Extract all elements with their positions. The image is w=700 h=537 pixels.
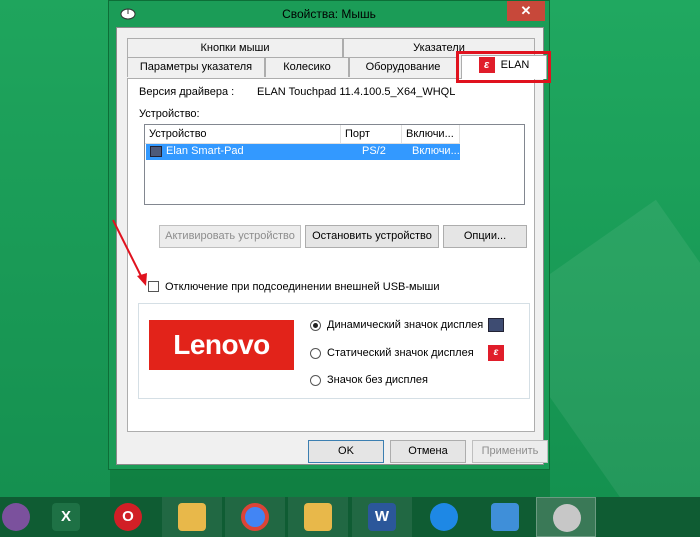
taskbar-item-chrome[interactable] bbox=[225, 497, 285, 537]
tab-hardware[interactable]: Оборудование bbox=[349, 57, 457, 77]
apply-button[interactable]: Применить bbox=[472, 440, 548, 463]
device-row[interactable]: Elan Smart-Pad PS/2 Включи... bbox=[146, 144, 460, 160]
radio-no-icon-label: Значок без дисплея bbox=[327, 374, 428, 386]
activate-device-button[interactable]: Активировать устройство bbox=[159, 225, 301, 248]
window-title: Свойства: Мышь bbox=[282, 7, 376, 21]
opera-icon: O bbox=[114, 503, 142, 531]
tab-pointer-options[interactable]: Параметры указателя bbox=[127, 57, 265, 77]
column-header-device[interactable]: Устройство bbox=[145, 125, 341, 144]
viber-icon bbox=[2, 503, 30, 531]
usb-disable-label: Отключение при подсоединении внешней USB… bbox=[165, 281, 440, 293]
screen-icon bbox=[488, 318, 504, 332]
column-header-enabled[interactable]: Включи... bbox=[402, 125, 460, 144]
taskbar-item-mouse[interactable] bbox=[536, 497, 596, 537]
bird-icon bbox=[430, 503, 458, 531]
elan-icon: ɛ bbox=[488, 345, 504, 361]
devices-label: Устройство: bbox=[139, 108, 200, 120]
radio-static-icon[interactable] bbox=[310, 348, 321, 359]
red-arrow-annotation bbox=[112, 219, 147, 286]
title-bar[interactable]: Свойства: Мышь ✕ bbox=[109, 1, 549, 27]
taskbar-item-app[interactable] bbox=[414, 497, 474, 537]
file-explorer-icon bbox=[178, 503, 206, 531]
tab-wheel[interactable]: Колесико bbox=[265, 57, 349, 77]
column-header-port[interactable]: Порт bbox=[341, 125, 402, 144]
taskbar-item-word[interactable]: W bbox=[352, 497, 412, 537]
highlight-box bbox=[456, 51, 551, 83]
taskbar-item-excel[interactable]: X bbox=[36, 497, 96, 537]
tab-mouse-buttons[interactable]: Кнопки мыши bbox=[127, 38, 343, 58]
device-port: PS/2 bbox=[362, 145, 386, 157]
cancel-button[interactable]: Отмена bbox=[390, 440, 466, 463]
taskbar-item-explorer[interactable] bbox=[162, 497, 222, 537]
device-enabled: Включи... bbox=[412, 145, 460, 157]
radio-dynamic-icon[interactable] bbox=[310, 320, 321, 331]
mouse-icon bbox=[553, 504, 581, 532]
control-panel-icon bbox=[491, 503, 519, 531]
device-name: Elan Smart-Pad bbox=[166, 145, 244, 157]
touchpad-icon bbox=[150, 146, 162, 157]
device-list[interactable]: Устройство Порт Включи... Elan Smart-Pad… bbox=[144, 124, 525, 205]
taskbar: X O W bbox=[0, 497, 700, 537]
chrome-icon bbox=[241, 503, 269, 531]
driver-version-label: Версия драйвера : bbox=[139, 86, 235, 98]
lenovo-logo: Lenovo bbox=[149, 320, 294, 370]
excel-icon: X bbox=[52, 503, 80, 531]
stop-device-button[interactable]: Остановить устройство bbox=[305, 225, 439, 248]
taskbar-item-explorer-2[interactable] bbox=[288, 497, 348, 537]
radio-static-label: Статический значок дисплея bbox=[327, 347, 474, 359]
dialog-client-area: Кнопки мыши Указатели Параметры указател… bbox=[116, 27, 551, 465]
word-icon: W bbox=[368, 503, 396, 531]
options-button[interactable]: Опции... bbox=[443, 225, 527, 248]
radio-dynamic-label: Динамический значок дисплея bbox=[327, 319, 484, 331]
mouse-properties-window: Свойства: Мышь ✕ Кнопки мыши Указатели П… bbox=[108, 0, 551, 470]
taskbar-item-opera[interactable]: O bbox=[98, 497, 158, 537]
driver-version-value: ELAN Touchpad 11.4.100.5_X64_WHQL bbox=[257, 86, 456, 98]
display-icon-group: Lenovo Динамический значок дисплея Стати… bbox=[138, 303, 530, 399]
ok-button[interactable]: OK bbox=[308, 440, 384, 463]
taskbar-item-control-panel[interactable] bbox=[475, 497, 535, 537]
close-button[interactable]: ✕ bbox=[507, 1, 545, 21]
radio-no-icon[interactable] bbox=[310, 375, 321, 386]
desktop-background bbox=[0, 0, 110, 497]
file-explorer-icon bbox=[304, 503, 332, 531]
